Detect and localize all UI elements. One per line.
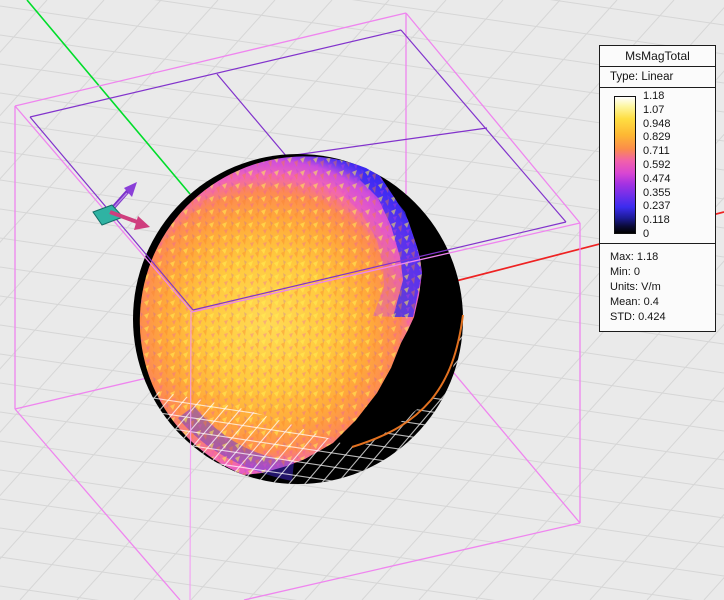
boundary-midline — [295, 128, 487, 155]
colorbar — [614, 96, 636, 234]
3d-field-viewport[interactable]: MsMagTotal Type: Linear 1.18 1.07 0.948 … — [0, 0, 724, 600]
colorbar-label: 1.07 — [643, 104, 671, 116]
legend-color-scale: 1.18 1.07 0.948 0.829 0.711 0.592 0.474 … — [600, 88, 715, 244]
stat-max: Max: 1.18 — [610, 250, 715, 265]
colorbar-label: 0.118 — [643, 214, 671, 226]
colorbar-label: 0 — [643, 228, 671, 240]
box-edge — [15, 13, 406, 106]
colorbar-label: 0.474 — [643, 173, 671, 185]
stat-std: STD: 0.424 — [610, 310, 715, 325]
stat-units: Units: V/m — [610, 280, 715, 295]
legend-statistics: Max: 1.18 Min: 0 Units: V/m Mean: 0.4 ST… — [600, 244, 715, 331]
legend-title: MsMagTotal — [600, 46, 715, 67]
colorbar-label: 1.18 — [643, 90, 671, 102]
colorbar-label: 0.711 — [643, 145, 671, 157]
colorbar-label: 0.829 — [643, 131, 671, 143]
field-legend[interactable]: MsMagTotal Type: Linear 1.18 1.07 0.948 … — [599, 45, 716, 332]
legend-scale-type: Type: Linear — [600, 67, 715, 88]
colorbar-labels: 1.18 1.07 0.948 0.829 0.711 0.592 0.474 … — [643, 90, 671, 240]
field-sphere — [0, 154, 580, 600]
colorbar-label: 0.355 — [643, 187, 671, 199]
boundary-edge — [30, 30, 401, 117]
source-arrowhead-magenta — [134, 216, 150, 230]
colorbar-label: 0.592 — [643, 159, 671, 171]
box-edge — [406, 13, 580, 223]
stat-min: Min: 0 — [610, 265, 715, 280]
stat-mean: Mean: 0.4 — [610, 295, 715, 310]
colorbar-label: 0.948 — [643, 118, 671, 130]
colorbar-label: 0.237 — [643, 200, 671, 212]
